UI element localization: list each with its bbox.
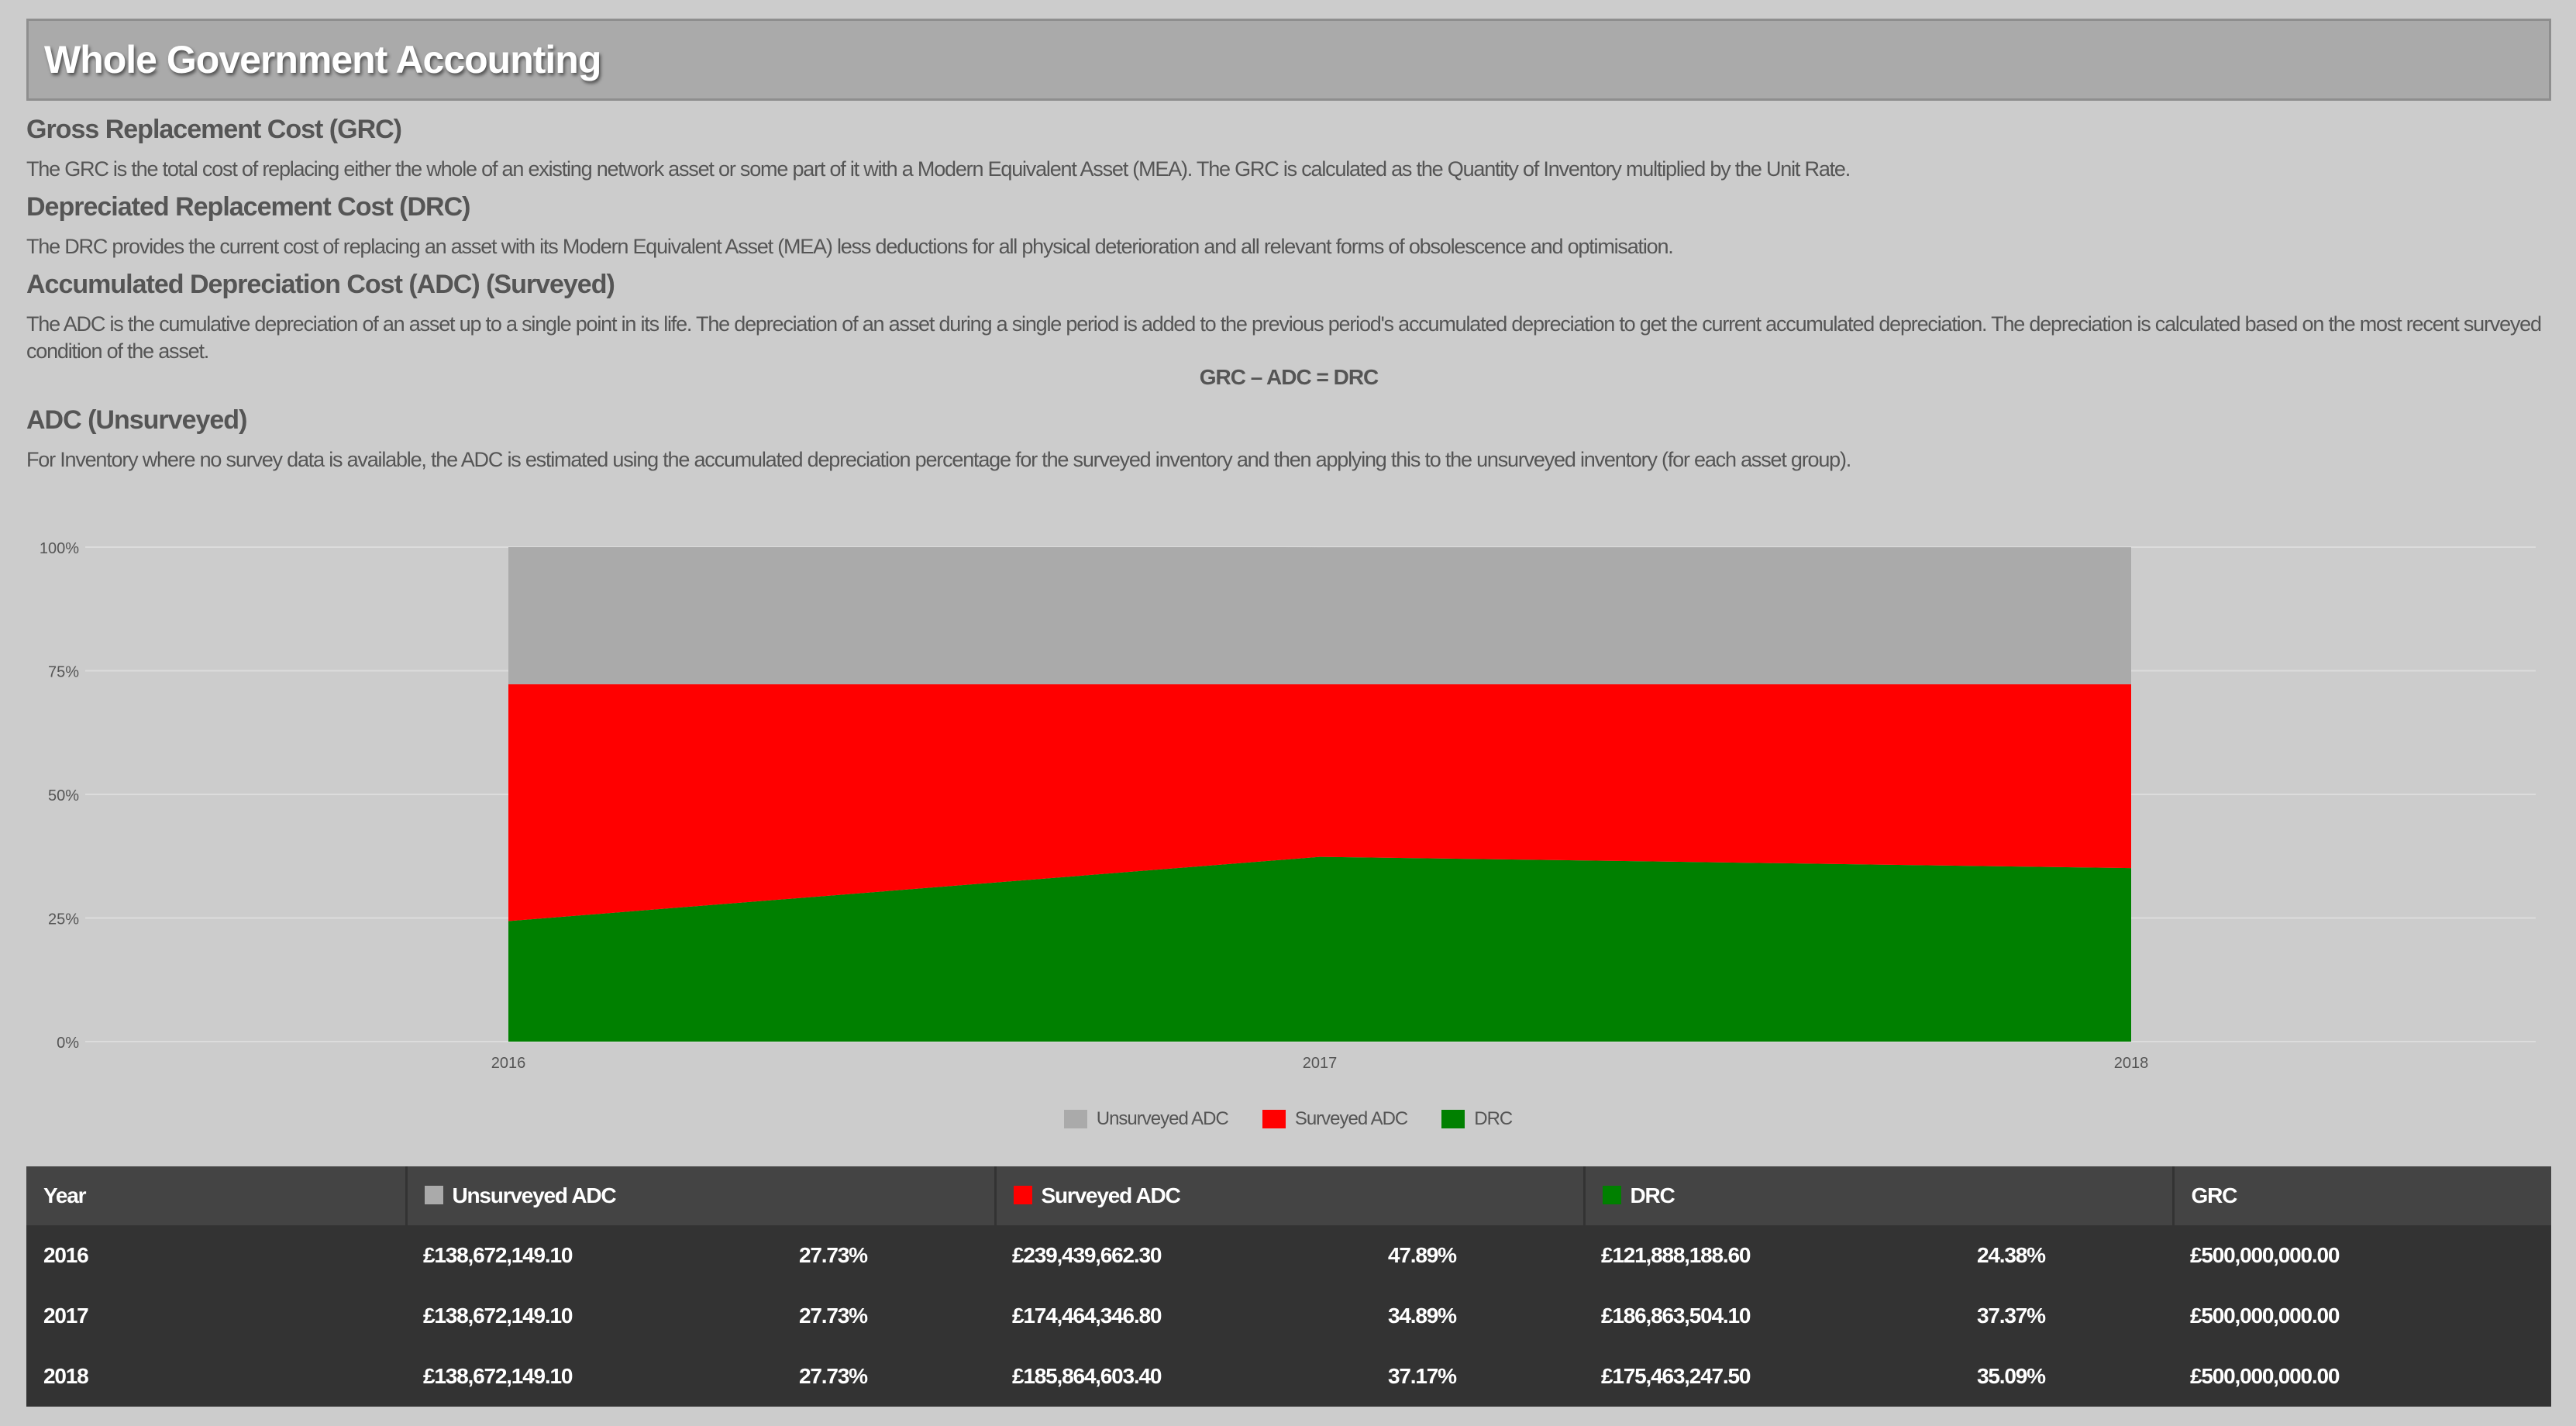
table-row: 2017 £138,672,149.10 27.73% £174,464,346… — [26, 1286, 2551, 1346]
cell-drc-percent: 35.09% — [1977, 1364, 2046, 1388]
drc-title: Depreciated Replacement Cost (DRC) — [26, 192, 470, 222]
legend-label-drc: DRC — [1474, 1108, 1513, 1129]
adc-surveyed-title: Accumulated Depreciation Cost (ADC) (Sur… — [26, 270, 615, 299]
cell-surveyed-amount: £174,464,346.80 — [1012, 1304, 1162, 1328]
cell-drc-percent: 37.37% — [1977, 1304, 2046, 1328]
area-unsurveyed-adc — [508, 547, 2131, 684]
th-swatch-unsurveyed — [424, 1186, 443, 1204]
grc-text: The GRC is the total cost of replacing e… — [26, 157, 1851, 181]
y-tick-label: 0% — [57, 1035, 79, 1052]
th-swatch-surveyed — [1013, 1186, 1032, 1204]
legend-swatch-unsurveyed-adc — [1063, 1110, 1087, 1128]
cell-grc: £500,000,000.00 — [2190, 1243, 2340, 1267]
cell-drc-amount: £121,888,188.60 — [1601, 1243, 1751, 1267]
cell-surveyed-percent: 47.89% — [1388, 1243, 1457, 1267]
th-unsurveyed-adc[interactable]: Unsurveyed ADC — [406, 1166, 997, 1225]
th-swatch-drc — [1602, 1186, 1621, 1204]
wga-table: Year Unsurveyed ADC Surveyed ADC DRC GRC… — [26, 1166, 2551, 1407]
y-tick-label: 25% — [48, 911, 79, 928]
cell-unsurveyed-percent: 27.73% — [799, 1304, 868, 1328]
th-year[interactable]: Year — [26, 1166, 408, 1225]
cell-drc-amount: £175,463,247.50 — [1601, 1364, 1751, 1388]
x-tick-label: 2018 — [2114, 1055, 2149, 1072]
cell-year: 2018 — [43, 1364, 89, 1388]
th-surveyed-label: Surveyed ADC — [1041, 1183, 1181, 1207]
legend-label-unsurveyed-adc: Unsurveyed ADC — [1096, 1108, 1229, 1129]
x-tick-label: 2017 — [1303, 1055, 1338, 1072]
adc-unsurveyed-text: For Inventory where no survey data is av… — [26, 448, 1851, 471]
stacked-area-chart: 0% 25% 50% 75% 100% 2016 2017 2018 — [40, 540, 2536, 1072]
cell-year: 2016 — [43, 1243, 89, 1267]
cell-surveyed-amount: £185,864,603.40 — [1012, 1364, 1162, 1388]
legend-item-drc[interactable]: DRC — [1441, 1108, 1513, 1130]
page-content: Whole Government Accounting Gross Replac… — [26, 19, 2551, 474]
cell-unsurveyed-amount: £138,672,149.10 — [423, 1304, 573, 1328]
cell-surveyed-amount: £239,439,662.30 — [1012, 1243, 1162, 1267]
legend-item-surveyed-adc[interactable]: Surveyed ADC — [1262, 1108, 1408, 1130]
formula: GRC – ADC = DRC — [1199, 365, 1379, 389]
x-tick-label: 2016 — [491, 1055, 526, 1072]
legend-label-surveyed-adc: Surveyed ADC — [1294, 1108, 1408, 1129]
cell-drc-percent: 24.38% — [1977, 1243, 2046, 1267]
table-row: 2016 £138,672,149.10 27.73% £239,439,662… — [26, 1225, 2551, 1286]
legend-swatch-surveyed-adc — [1262, 1110, 1286, 1128]
cell-drc-amount: £186,863,504.10 — [1601, 1304, 1751, 1328]
cell-grc: £500,000,000.00 — [2190, 1364, 2340, 1388]
table-row: 2018 £138,672,149.10 27.73% £185,864,603… — [26, 1346, 2551, 1407]
cell-surveyed-percent: 34.89% — [1388, 1304, 1457, 1328]
th-drc[interactable]: DRC — [1584, 1166, 2175, 1225]
cell-unsurveyed-amount: £138,672,149.10 — [423, 1364, 573, 1388]
drc-text: The DRC provides the current cost of rep… — [26, 235, 1674, 258]
th-drc-label: DRC — [1630, 1183, 1675, 1207]
cell-year: 2017 — [43, 1304, 89, 1328]
table-header-row: Year Unsurveyed ADC Surveyed ADC DRC GRC — [26, 1166, 2551, 1225]
page-title: Whole Government Accounting — [44, 38, 601, 81]
y-tick-label: 50% — [48, 787, 79, 804]
page-header: Whole Government Accounting — [26, 19, 2551, 101]
adc-surveyed-text: The ADC is the cumulative depreciation o… — [26, 312, 2542, 363]
cell-surveyed-percent: 37.17% — [1388, 1364, 1457, 1388]
legend-swatch-drc — [1441, 1110, 1465, 1128]
cell-unsurveyed-amount: £138,672,149.10 — [423, 1243, 573, 1267]
cell-grc: £500,000,000.00 — [2190, 1304, 2340, 1328]
cell-unsurveyed-percent: 27.73% — [799, 1243, 868, 1267]
th-grc[interactable]: GRC — [2173, 1166, 2551, 1225]
legend-item-unsurveyed-adc[interactable]: Unsurveyed ADC — [1063, 1108, 1229, 1130]
adc-unsurveyed-title: ADC (Unsurveyed) — [26, 405, 247, 435]
th-unsurveyed-label: Unsurveyed ADC — [452, 1183, 617, 1207]
grc-title: Gross Replacement Cost (GRC) — [26, 115, 402, 144]
th-surveyed-adc[interactable]: Surveyed ADC — [995, 1166, 1586, 1225]
cell-unsurveyed-percent: 27.73% — [799, 1364, 868, 1388]
chart-legend: Unsurveyed ADC Surveyed ADC DRC — [0, 1108, 2576, 1130]
y-tick-label: 75% — [48, 664, 79, 681]
y-tick-label: 100% — [40, 540, 79, 557]
